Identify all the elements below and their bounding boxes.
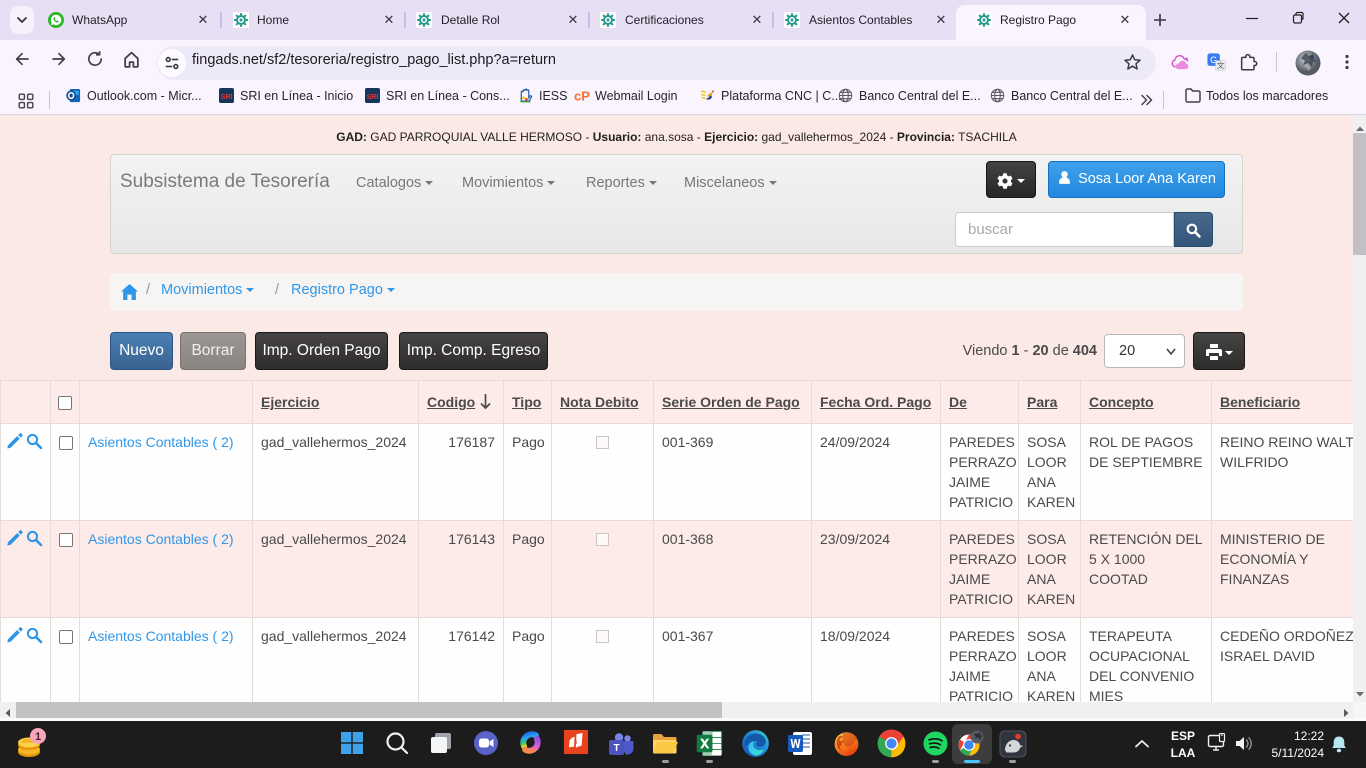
svg-text:1: 1 (35, 731, 41, 743)
svg-text:SRI: SRI (367, 94, 379, 101)
svg-text:T: T (613, 743, 619, 754)
svg-text:SRI: SRI (221, 94, 233, 101)
svg-text:文: 文 (1217, 60, 1225, 70)
svg-text:cP: cP (574, 89, 590, 104)
